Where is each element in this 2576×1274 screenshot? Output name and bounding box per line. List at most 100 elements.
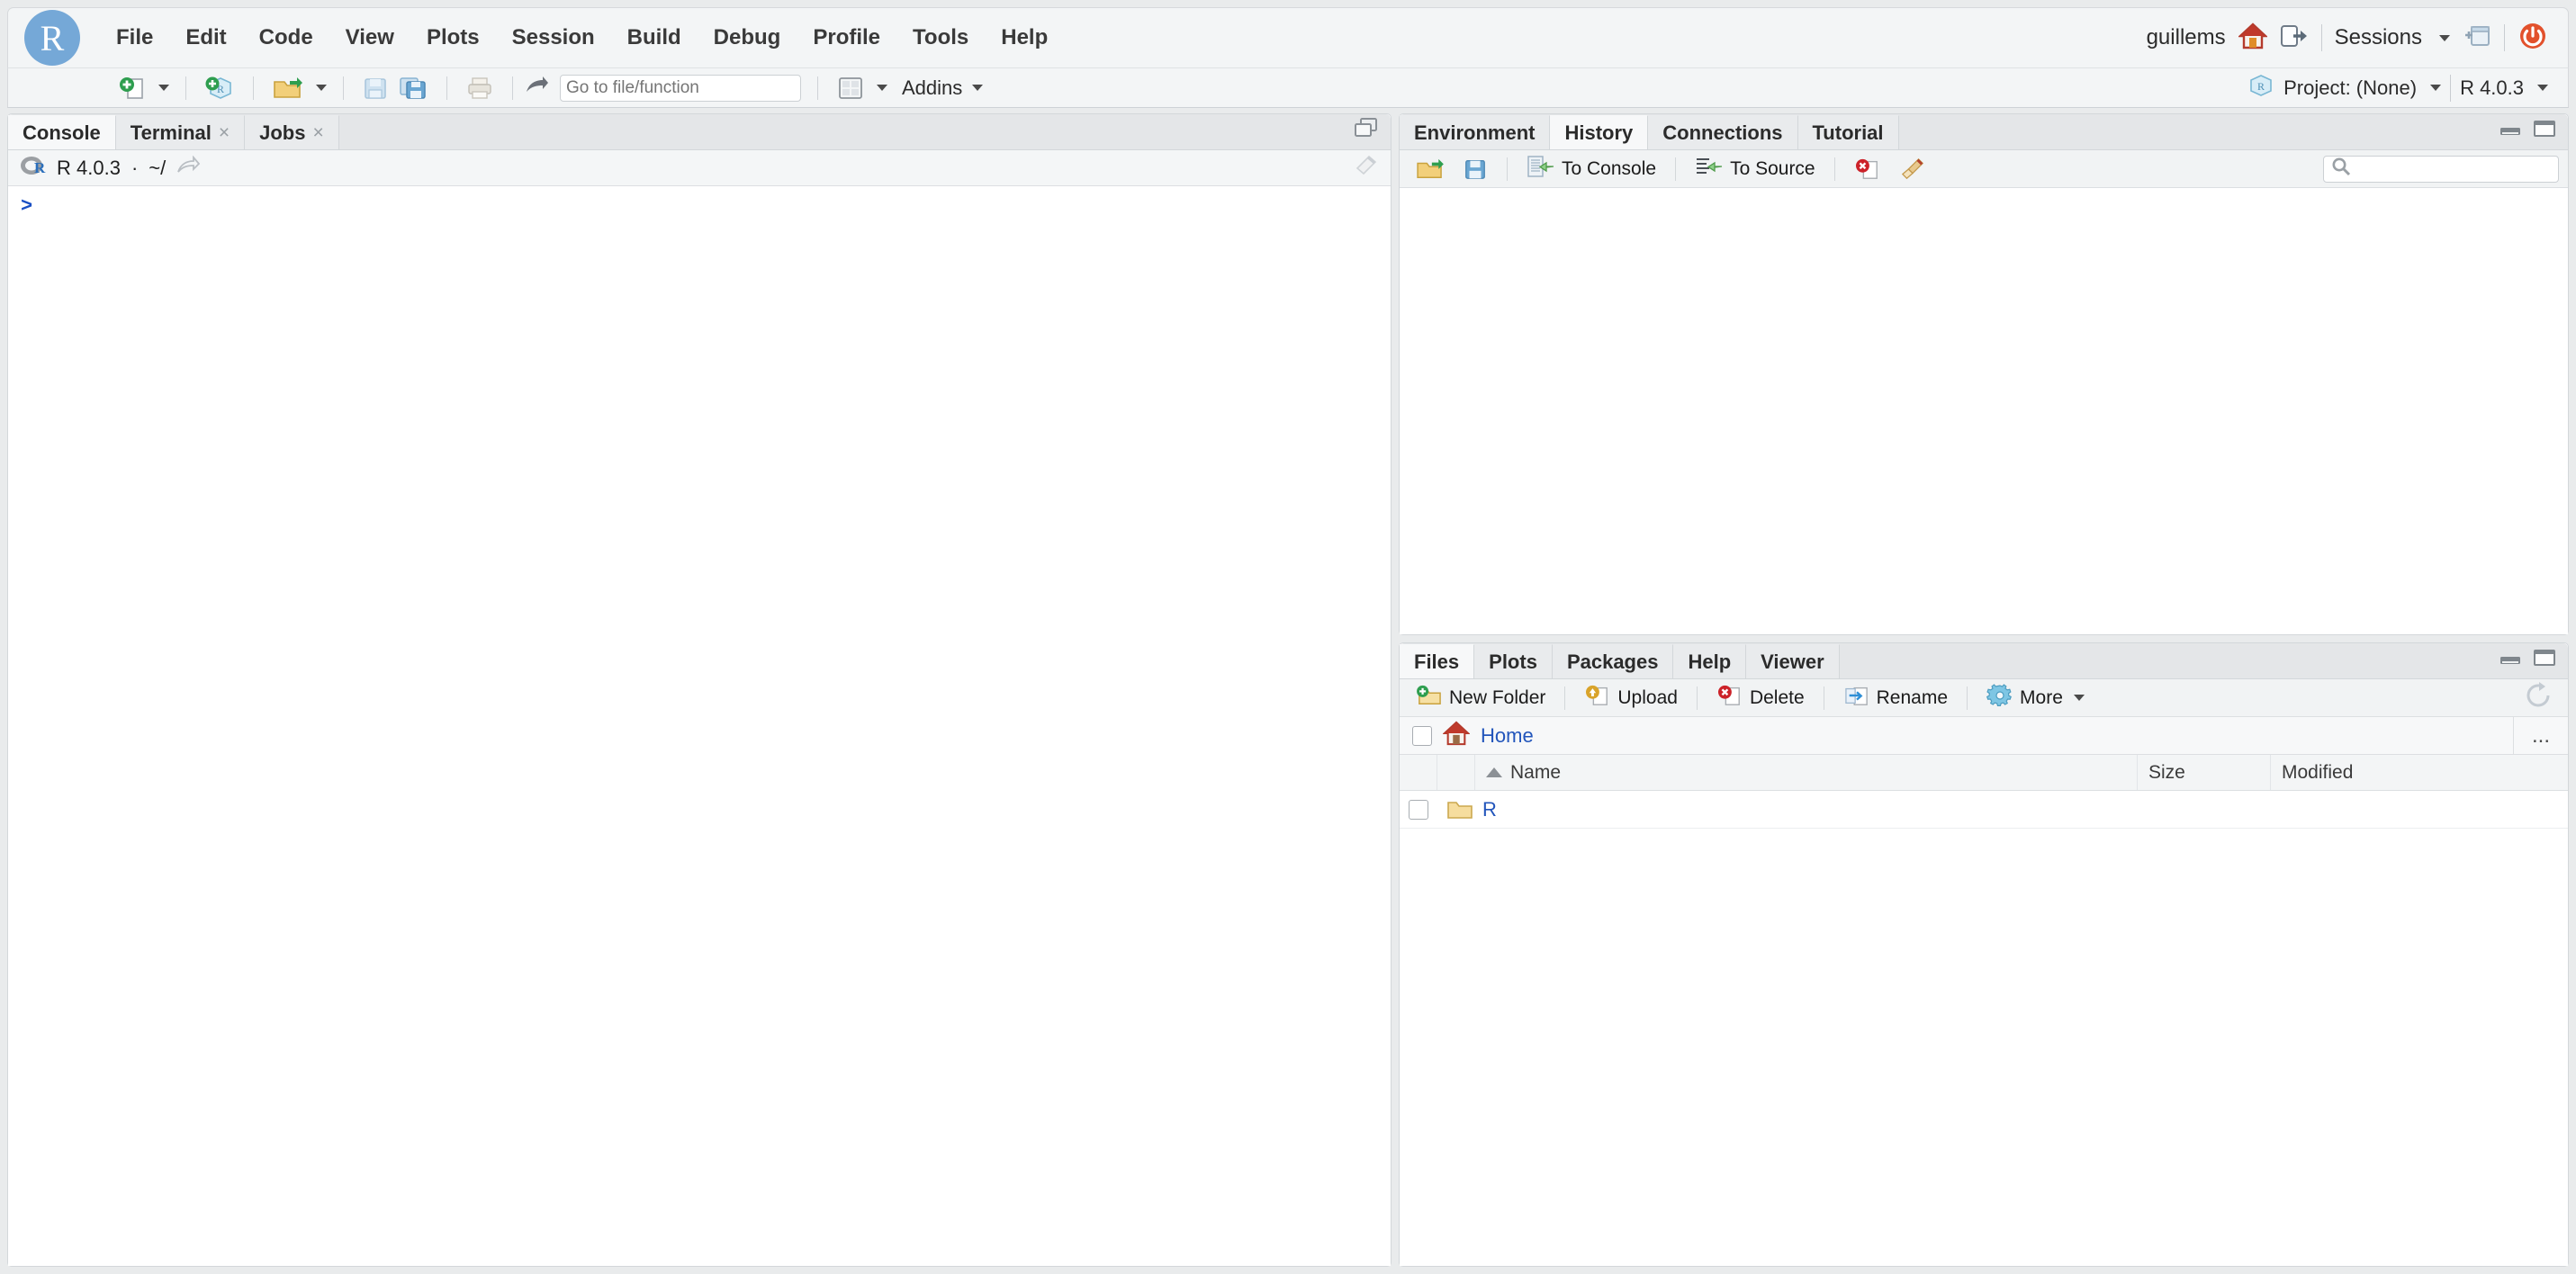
- tab-packages[interactable]: Packages: [1552, 644, 1674, 678]
- open-file-icon[interactable]: [270, 74, 306, 103]
- project-selector-label[interactable]: Project: (None): [2283, 76, 2417, 100]
- to-console-label: To Console: [1562, 157, 1657, 179]
- history-search-input[interactable]: [2356, 158, 2541, 179]
- print-icon[interactable]: [464, 74, 496, 103]
- history-search-box[interactable]: [2323, 155, 2559, 183]
- open-file-chevron-down-icon[interactable]: [316, 85, 327, 91]
- tab-terminal[interactable]: Terminal ×: [115, 115, 246, 149]
- tab-tutorial[interactable]: Tutorial: [1797, 115, 1899, 149]
- tab-viewer[interactable]: Viewer: [1746, 644, 1840, 678]
- menu-view[interactable]: View: [329, 20, 410, 56]
- menu-code[interactable]: Code: [243, 20, 329, 56]
- header-right-controls: guillems Sessions: [2147, 21, 2568, 56]
- delete-button[interactable]: Delete: [1709, 681, 1812, 715]
- tab-files[interactable]: Files: [1400, 644, 1475, 678]
- restore-panes-icon[interactable]: [1353, 116, 1380, 144]
- history-open-icon[interactable]: [1409, 155, 1452, 184]
- r-version-chevron-down-icon[interactable]: [2537, 85, 2548, 91]
- history-save-icon[interactable]: [1455, 155, 1495, 184]
- menu-debug[interactable]: Debug: [698, 20, 797, 56]
- tab-console[interactable]: Console: [8, 115, 116, 149]
- breadcrumb-overflow-button[interactable]: ...: [2512, 717, 2568, 754]
- pane-layout-chevron-down-icon[interactable]: [877, 85, 887, 91]
- tab-history-label: History: [1564, 121, 1634, 144]
- sign-out-icon[interactable]: [2280, 23, 2309, 53]
- breadcrumb-home-link[interactable]: Home: [1481, 724, 1534, 748]
- tab-history[interactable]: History: [1550, 115, 1649, 149]
- new-file-chevron-down-icon[interactable]: [158, 85, 169, 91]
- more-chevron-down-icon[interactable]: [2073, 695, 2085, 701]
- home-icon[interactable]: [2237, 22, 2268, 54]
- row-checkbox[interactable]: [1409, 799, 1428, 820]
- to-source-button[interactable]: To Source: [1688, 152, 1823, 186]
- column-modified[interactable]: Modified: [2271, 755, 2568, 790]
- tab-connections[interactable]: Connections: [1648, 115, 1798, 149]
- svg-text:R: R: [34, 159, 46, 176]
- upload-button[interactable]: Upload: [1577, 681, 1685, 715]
- to-source-icon: [1695, 155, 1724, 184]
- menu-help[interactable]: Help: [985, 20, 1064, 56]
- sessions-label[interactable]: Sessions: [2335, 25, 2422, 50]
- open-in-files-icon[interactable]: [176, 155, 201, 180]
- addins-label[interactable]: Addins: [902, 76, 962, 100]
- tab-connections-label: Connections: [1662, 121, 1783, 144]
- column-check: [1400, 755, 1437, 790]
- save-icon[interactable]: [360, 74, 391, 103]
- pane-layout-icon[interactable]: [834, 74, 867, 103]
- history-toolbar: To Console To Source: [1400, 150, 2568, 188]
- rename-button[interactable]: Rename: [1836, 681, 1955, 715]
- menu-edit[interactable]: Edit: [169, 20, 242, 56]
- tab-jobs-close-icon[interactable]: ×: [312, 123, 323, 142]
- new-folder-button[interactable]: New Folder: [1409, 681, 1553, 715]
- console-working-dir[interactable]: ~/: [149, 157, 166, 180]
- more-label: More: [2020, 686, 2063, 708]
- files-breadcrumb: Home ...: [1400, 717, 2568, 755]
- tab-environment-label: Environment: [1414, 121, 1536, 144]
- console-pane: Console Terminal × Jobs × R R 4.0.3 · ~/…: [7, 113, 1392, 1267]
- power-quit-icon[interactable]: [2517, 21, 2548, 56]
- menu-build[interactable]: Build: [611, 20, 698, 56]
- menu-tools[interactable]: Tools: [896, 20, 985, 56]
- tab-plots[interactable]: Plots: [1474, 644, 1553, 678]
- menu-session[interactable]: Session: [496, 20, 611, 56]
- table-row[interactable]: R: [1400, 791, 2568, 829]
- column-size[interactable]: Size: [2138, 755, 2271, 790]
- row-name[interactable]: R: [1482, 798, 2568, 821]
- gear-icon: [1986, 683, 2013, 713]
- menu-profile[interactable]: Profile: [797, 20, 896, 56]
- addins-chevron-down-icon[interactable]: [972, 85, 984, 91]
- r-version-label[interactable]: R 4.0.3: [2460, 76, 2524, 100]
- clear-console-icon[interactable]: [1351, 154, 1391, 182]
- maximize-pane-icon[interactable]: [2532, 118, 2557, 144]
- tab-environment[interactable]: Environment: [1400, 115, 1551, 149]
- new-project-icon[interactable]: R: [203, 74, 237, 103]
- tab-help[interactable]: Help: [1673, 644, 1747, 678]
- new-file-icon[interactable]: [116, 74, 149, 103]
- save-all-icon[interactable]: [396, 74, 430, 103]
- more-button[interactable]: More: [1979, 680, 2092, 716]
- menu-plots[interactable]: Plots: [410, 20, 496, 56]
- column-name-label: Name: [1510, 761, 1562, 783]
- tab-terminal-close-icon[interactable]: ×: [219, 123, 230, 142]
- history-list-area[interactable]: [1400, 188, 2568, 634]
- console-path-separator: ·: [131, 156, 139, 179]
- refresh-icon[interactable]: [2525, 682, 2559, 713]
- column-name[interactable]: Name: [1475, 755, 2138, 790]
- menu-file[interactable]: File: [100, 20, 169, 56]
- maximize-pane-icon[interactable]: [2532, 647, 2557, 673]
- new-session-icon[interactable]: [2463, 23, 2491, 53]
- console-output-area[interactable]: >: [8, 186, 1391, 1266]
- env-pane-controls: [2498, 118, 2568, 149]
- to-console-button[interactable]: To Console: [1519, 152, 1663, 186]
- minimize-pane-icon[interactable]: [2498, 648, 2523, 672]
- remove-icon[interactable]: [1847, 155, 1888, 184]
- broom-clear-icon[interactable]: [1892, 155, 1933, 184]
- delete-icon: [1716, 684, 1743, 713]
- minimize-pane-icon[interactable]: [2498, 119, 2523, 143]
- tab-jobs[interactable]: Jobs ×: [245, 115, 339, 149]
- project-chevron-down-icon[interactable]: [2430, 85, 2442, 91]
- select-all-checkbox[interactable]: [1412, 725, 1432, 746]
- goto-file-input[interactable]: [566, 77, 760, 98]
- goto-file-box[interactable]: [560, 74, 801, 102]
- sessions-chevron-down-icon[interactable]: [2439, 34, 2450, 41]
